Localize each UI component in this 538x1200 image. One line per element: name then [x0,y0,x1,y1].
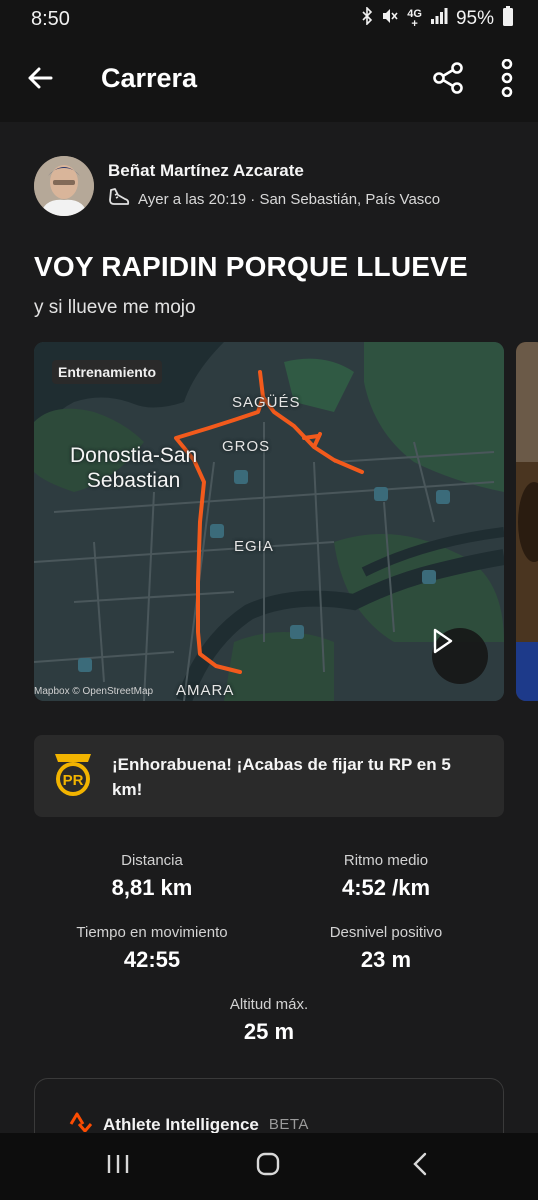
map-badge: Entrenamiento [52,360,163,384]
stat-value: 42:55 [123,947,181,972]
stat-value: 4:52 /km [341,875,431,900]
app-bar: Carrera [0,40,538,122]
svg-text:PR: PR [63,772,84,789]
athlete-intelligence-title: Athlete Intelligence [103,1114,259,1134]
system-back-button[interactable] [400,1151,440,1181]
recents-button[interactable] [98,1151,138,1181]
signal-icon [430,8,448,30]
pr-banner[interactable]: PR ¡Enhorabuena! ¡Acabas de fijar tu RP … [34,735,504,817]
more-options-button[interactable] [490,56,524,104]
mute-icon [381,7,399,31]
page-title: Carrera [101,63,198,93]
stat-label: Tiempo en movimiento [76,924,228,941]
play-flyover-button[interactable] [432,628,488,684]
map-attribution[interactable]: Mapbox © OpenStreetMap [34,686,153,697]
back-chevron-icon [412,1152,428,1181]
more-vertical-icon [499,58,515,102]
activity-meta: Ayer a las 20:19 · San Sebastián, País V… [108,187,440,211]
activity-title: VOY RAPIDIN PORQUE LLUEVE [34,251,468,282]
route-map[interactable]: Entrenamiento Donostia-San Sebastian SAG… [34,342,504,701]
map-label-egia: EGIA [234,538,274,555]
stat-label: Ritmo medio [343,852,429,869]
pr-message: ¡Enhorabuena! ¡Acabas de fijar tu RP en … [112,755,451,799]
home-button[interactable] [248,1151,288,1181]
stat-elevation-gain: Desnivel positivo 23 m [271,924,501,973]
stat-pace: Ritmo medio 4:52 /km [271,852,501,901]
status-time: 8:50 [31,8,70,30]
stat-value: 8,81 km [111,875,193,900]
stat-label: Desnivel positivo [329,924,443,941]
beta-badge: BETA [268,1116,309,1133]
stat-max-elevation: Altitud máx. 25 m [154,996,384,1045]
avatar[interactable] [34,156,94,216]
running-shoe-icon [108,187,130,211]
activity-photo-preview[interactable] [516,342,538,701]
status-bar: 8:50 4G + 95% [0,0,538,40]
share-button[interactable] [428,58,468,102]
map-label-amara: AMARA [176,682,235,699]
activity-meta-text: Ayer a las 20:19 · San Sebastián, País V… [138,190,441,208]
stat-label: Distancia [121,852,183,869]
arrow-left-icon [27,67,53,94]
map-label-gros: GROS [222,438,271,455]
bluetooth-icon [361,6,373,31]
map-label-sagues: SAGÜÉS [232,394,301,411]
stat-moving-time: Tiempo en movimiento 42:55 [37,924,267,973]
battery-icon [502,6,514,32]
share-icon [431,61,465,100]
map-label-city: Donostia-San Sebastian [70,444,198,492]
status-icons: 4G + 95% [361,6,514,32]
stat-label: Altitud máx. [229,996,309,1013]
back-button[interactable] [20,60,60,100]
battery-percent: 95% [455,8,494,29]
athlete-name[interactable]: Beñat Martínez Azcarate [108,161,304,181]
activity-description: y si llueve me mojo [34,297,196,318]
stat-distance: Distancia 8,81 km [37,852,267,901]
recents-icon [106,1153,130,1180]
network-type: 4G + [407,8,422,30]
pr-medal-icon: PR [52,752,94,803]
stat-value: 25 m [243,1019,295,1044]
stat-value: 23 m [360,947,412,972]
home-icon [256,1152,280,1181]
system-nav-bar [0,1133,538,1200]
